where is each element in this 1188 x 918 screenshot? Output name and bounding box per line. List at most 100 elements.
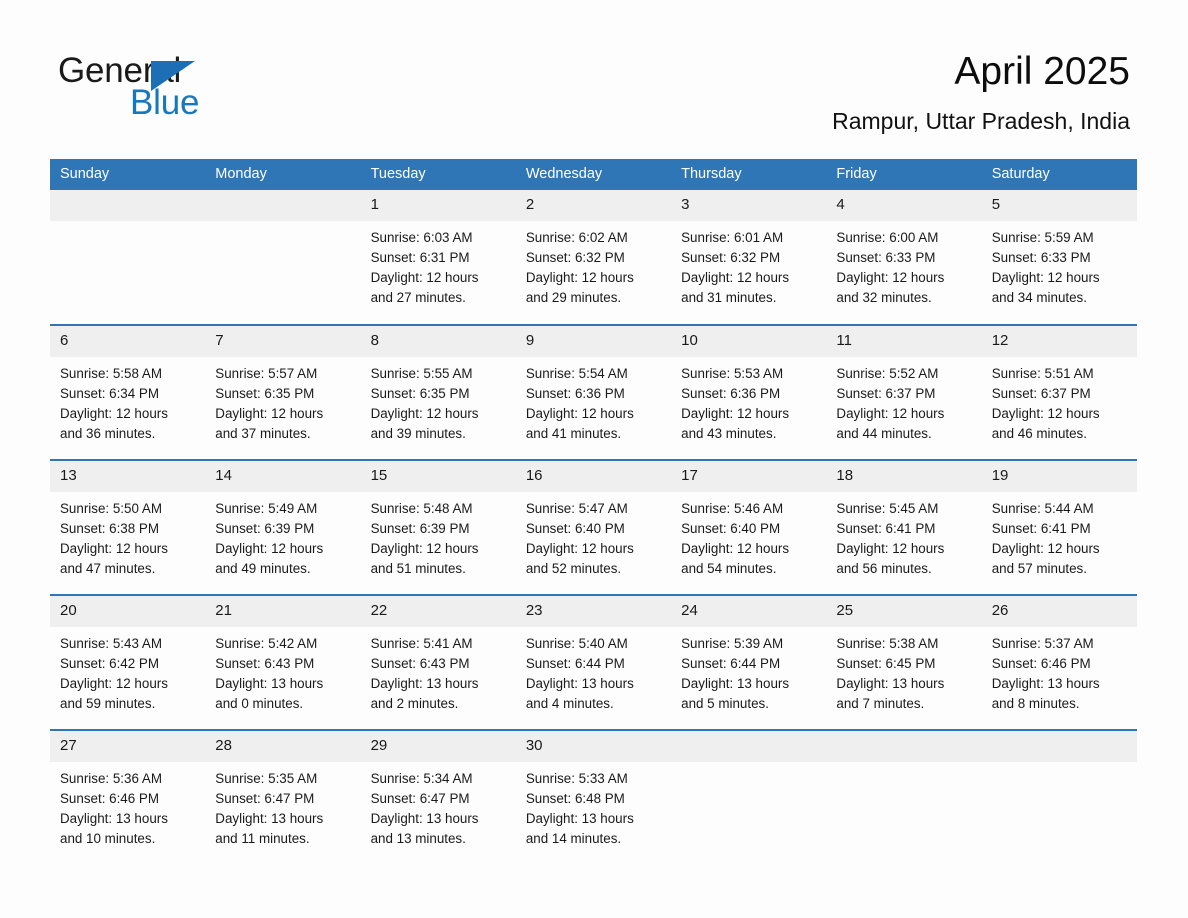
calendar-day-cell[interactable]: 25 Sunrise: 5:38 AM Sunset: 6:45 PM Dayligh…: [826, 594, 982, 730]
sunrise-text: Sunrise: 5:54 AM: [525, 366, 628, 381]
weekday-header-thursday: Thursday: [671, 159, 827, 190]
daylight-text-line2: and 14 minutes.: [525, 831, 622, 846]
calendar-day-cell[interactable]: 6 Sunrise: 5:58 AM Sunset: 6:34 PM Daylight…: [50, 324, 206, 460]
daylight-text-line1: Daylight: 12 hours: [525, 406, 634, 421]
sunset-text: Sunset: 6:33 PM: [991, 250, 1091, 265]
calendar-page: General Blue April 2025 Rampur, Uttar Pr…: [0, 0, 1188, 918]
calendar-day-cell[interactable]: 5 Sunrise: 5:59 AM Sunset: 6:33 PM Daylight…: [981, 190, 1137, 325]
calendar-day-cell[interactable]: 4 Sunrise: 6:00 AM Sunset: 6:33 PM Daylight…: [826, 190, 982, 325]
calendar-day-cell[interactable]: 23 Sunrise: 5:40 AM Sunset: 6:44 PM Dayligh…: [515, 594, 672, 730]
sunrise-text: Sunrise: 6:01 AM: [681, 230, 784, 245]
day-details: Sunrise: 5:49 AM Sunset: 6:39 PM Daylight:…: [205, 492, 360, 579]
sunrise-text: Sunrise: 5:46 AM: [681, 501, 784, 516]
daylight-text-line2: and 29 minutes.: [525, 290, 622, 305]
daylight-text-line2: and 59 minutes.: [60, 696, 156, 711]
day-number: [205, 190, 361, 221]
daylight-text-line1: Daylight: 12 hours: [836, 270, 945, 285]
calendar-day-cell[interactable]: 19 Sunrise: 5:44 AM Sunset: 6:41 PM Dayligh…: [981, 459, 1137, 595]
sunrise-text: Sunrise: 5:55 AM: [370, 366, 473, 381]
calendar-day-cell[interactable]: 11 Sunrise: 5:52 AM Sunset: 6:37 PM Dayligh…: [826, 324, 982, 460]
day-details: Sunrise: 5:37 AM Sunset: 6:46 PM Daylight:…: [982, 627, 1137, 714]
day-number: 26: [981, 596, 1137, 627]
day-number: 20: [50, 596, 206, 627]
sunrise-text: Sunrise: 6:02 AM: [525, 230, 628, 245]
calendar-cell-empty: [671, 729, 827, 865]
day-number: 22: [360, 596, 516, 627]
sunset-text: Sunset: 6:34 PM: [60, 386, 159, 401]
calendar-day-cell[interactable]: 16 Sunrise: 5:47 AM Sunset: 6:40 PM Dayligh…: [515, 459, 672, 595]
day-number: [981, 731, 1137, 762]
day-number: [50, 190, 206, 221]
sunrise-text: Sunrise: 5:39 AM: [681, 636, 784, 651]
calendar-day-cell[interactable]: 22 Sunrise: 5:41 AM Sunset: 6:43 PM Dayligh…: [360, 594, 516, 730]
daylight-text-line2: and 49 minutes.: [215, 561, 311, 576]
calendar-day-cell[interactable]: 9 Sunrise: 5:54 AM Sunset: 6:36 PM Daylight…: [515, 324, 672, 460]
daylight-text-line1: Daylight: 13 hours: [681, 676, 790, 691]
day-number: 25: [826, 596, 982, 627]
sunset-text: Sunset: 6:31 PM: [370, 250, 470, 265]
day-details: Sunrise: 5:58 AM Sunset: 6:34 PM Daylight:…: [50, 357, 205, 444]
day-number: 23: [515, 596, 672, 627]
sunset-text: Sunset: 6:32 PM: [525, 250, 625, 265]
sunrise-text: Sunrise: 5:44 AM: [991, 501, 1094, 516]
day-details: Sunrise: 5:52 AM Sunset: 6:37 PM Daylight:…: [826, 357, 981, 444]
daylight-text-line1: Daylight: 12 hours: [60, 406, 168, 421]
daylight-text-line1: Daylight: 12 hours: [991, 541, 1100, 556]
calendar-day-cell[interactable]: 10 Sunrise: 5:53 AM Sunset: 6:36 PM Dayligh…: [671, 324, 827, 460]
calendar-day-cell[interactable]: 21 Sunrise: 5:42 AM Sunset: 6:43 PM Dayligh…: [205, 594, 361, 730]
sunset-text: Sunset: 6:40 PM: [525, 521, 625, 536]
calendar-day-cell[interactable]: 3 Sunrise: 6:01 AM Sunset: 6:32 PM Daylight…: [671, 190, 827, 325]
day-details: Sunrise: 5:39 AM Sunset: 6:44 PM Daylight:…: [671, 627, 826, 714]
sunset-text: Sunset: 6:36 PM: [525, 386, 625, 401]
day-details: Sunrise: 5:43 AM Sunset: 6:42 PM Daylight:…: [50, 627, 205, 714]
day-number: 4: [826, 190, 982, 221]
calendar-day-cell[interactable]: 24 Sunrise: 5:39 AM Sunset: 6:44 PM Dayligh…: [671, 594, 827, 730]
day-details: Sunrise: 5:50 AM Sunset: 6:38 PM Daylight:…: [50, 492, 205, 579]
sunrise-text: Sunrise: 5:51 AM: [991, 366, 1094, 381]
calendar-day-cell[interactable]: 17 Sunrise: 5:46 AM Sunset: 6:40 PM Dayligh…: [671, 459, 827, 595]
day-number: 5: [981, 190, 1137, 221]
calendar-day-cell[interactable]: 29 Sunrise: 5:34 AM Sunset: 6:47 PM Dayligh…: [360, 729, 516, 865]
calendar-day-cell[interactable]: 8 Sunrise: 5:55 AM Sunset: 6:35 PM Daylight…: [360, 324, 516, 460]
day-details: Sunrise: 5:40 AM Sunset: 6:44 PM Daylight:…: [516, 627, 671, 714]
daylight-text-line1: Daylight: 12 hours: [60, 676, 168, 691]
day-number: 1: [360, 190, 516, 221]
day-details: Sunrise: 5:55 AM Sunset: 6:35 PM Daylight:…: [361, 357, 516, 444]
day-number: 11: [826, 326, 982, 357]
daylight-text-line1: Daylight: 12 hours: [681, 541, 790, 556]
day-details: Sunrise: 5:36 AM Sunset: 6:46 PM Daylight:…: [50, 762, 205, 849]
day-number: 21: [205, 596, 361, 627]
day-number: 30: [515, 731, 672, 762]
calendar-day-cell[interactable]: 13 Sunrise: 5:50 AM Sunset: 6:38 PM Dayligh…: [50, 459, 206, 595]
calendar-day-cell[interactable]: 28 Sunrise: 5:35 AM Sunset: 6:47 PM Dayligh…: [205, 729, 361, 865]
calendar-day-cell[interactable]: 27 Sunrise: 5:36 AM Sunset: 6:46 PM Dayligh…: [50, 729, 206, 865]
general-blue-logo[interactable]: General Blue: [58, 52, 298, 122]
calendar-cell-empty: [50, 190, 206, 325]
calendar-day-cell[interactable]: 15 Sunrise: 5:48 AM Sunset: 6:39 PM Dayligh…: [360, 459, 516, 595]
calendar-day-cell[interactable]: 2 Sunrise: 6:02 AM Sunset: 6:32 PM Daylight…: [515, 190, 672, 325]
calendar-day-cell[interactable]: 20 Sunrise: 5:43 AM Sunset: 6:42 PM Dayligh…: [50, 594, 206, 730]
calendar-day-cell[interactable]: 7 Sunrise: 5:57 AM Sunset: 6:35 PM Daylight…: [205, 324, 361, 460]
sunrise-text: Sunrise: 5:40 AM: [525, 636, 628, 651]
daylight-text-line2: and 8 minutes.: [991, 696, 1080, 711]
day-details: Sunrise: 5:42 AM Sunset: 6:43 PM Daylight:…: [205, 627, 360, 714]
day-details: Sunrise: 5:59 AM Sunset: 6:33 PM Daylight:…: [982, 221, 1137, 308]
sunrise-text: Sunrise: 5:50 AM: [60, 501, 162, 516]
calendar-day-cell[interactable]: 30 Sunrise: 5:33 AM Sunset: 6:48 PM Dayligh…: [515, 729, 672, 865]
sunrise-text: Sunrise: 6:03 AM: [370, 230, 473, 245]
calendar-day-cell[interactable]: 14 Sunrise: 5:49 AM Sunset: 6:39 PM Dayligh…: [205, 459, 361, 595]
calendar-day-cell[interactable]: 18 Sunrise: 5:45 AM Sunset: 6:41 PM Dayligh…: [826, 459, 982, 595]
sunrise-text: Sunrise: 5:57 AM: [215, 366, 318, 381]
day-details: Sunrise: 5:54 AM Sunset: 6:36 PM Daylight:…: [516, 357, 671, 444]
daylight-text-line2: and 47 minutes.: [60, 561, 156, 576]
daylight-text-line2: and 4 minutes.: [525, 696, 614, 711]
calendar-day-cell[interactable]: 26 Sunrise: 5:37 AM Sunset: 6:46 PM Dayligh…: [981, 594, 1137, 730]
day-number: 27: [50, 731, 206, 762]
sunrise-text: Sunrise: 5:33 AM: [525, 771, 628, 786]
daylight-text-line1: Daylight: 12 hours: [681, 270, 790, 285]
calendar-day-cell[interactable]: 1 Sunrise: 6:03 AM Sunset: 6:31 PM Daylight…: [360, 190, 516, 325]
sunrise-text: Sunrise: 5:37 AM: [991, 636, 1094, 651]
day-number: 10: [671, 326, 827, 357]
calendar-day-cell[interactable]: 12 Sunrise: 5:51 AM Sunset: 6:37 PM Dayligh…: [981, 324, 1137, 460]
sunrise-text: Sunrise: 5:35 AM: [215, 771, 318, 786]
